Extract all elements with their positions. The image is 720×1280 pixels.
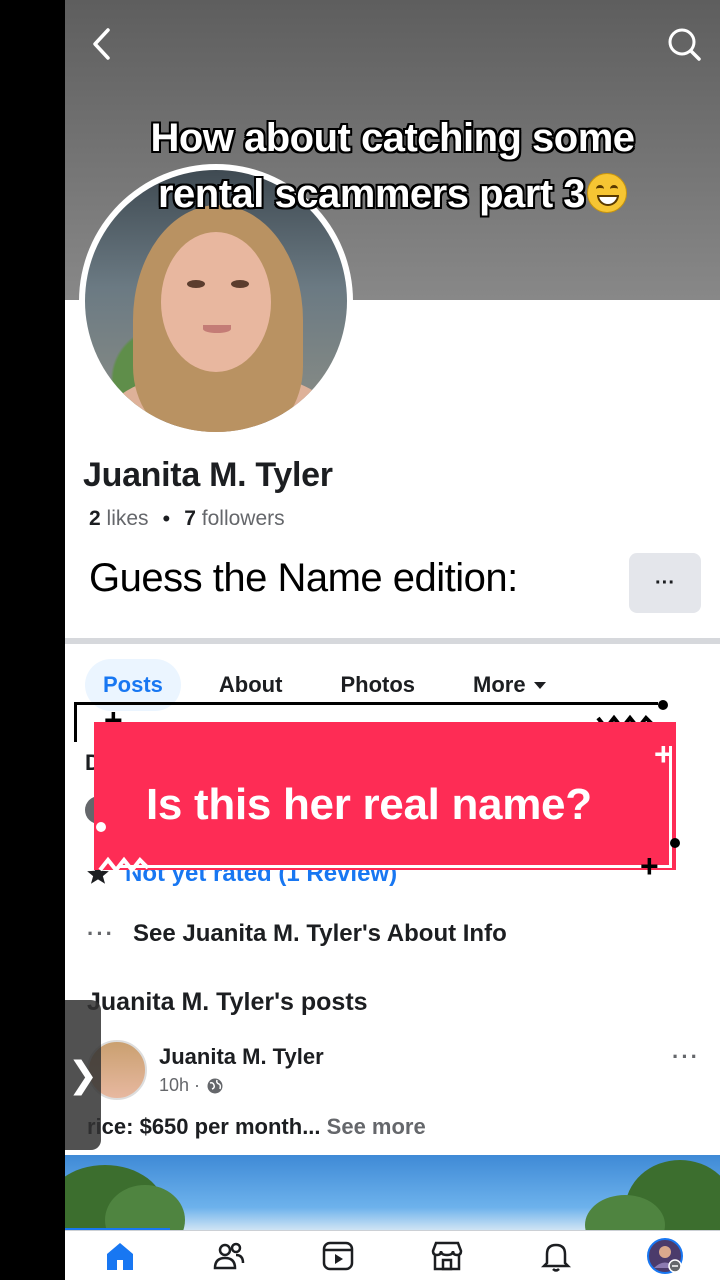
nav-friends[interactable] xyxy=(199,1231,259,1280)
profile-more-button[interactable]: ··· xyxy=(629,553,701,613)
likes-label: likes xyxy=(106,507,149,530)
frame-left-line xyxy=(74,702,77,742)
likes-count: 2 xyxy=(89,507,101,530)
post-meta: 10h · xyxy=(159,1075,224,1096)
video-caption-line-2: rental scammers part 3 xyxy=(65,166,720,222)
search-icon xyxy=(668,28,701,61)
friends-icon xyxy=(213,1242,244,1269)
nav-notifications[interactable] xyxy=(526,1231,586,1280)
search-button[interactable] xyxy=(662,22,706,66)
nav-video[interactable] xyxy=(308,1231,368,1280)
grinning-face-emoji-icon xyxy=(587,173,627,213)
video-caption-line-1: How about catching some xyxy=(150,116,635,160)
profile-icon xyxy=(647,1237,684,1274)
followers-count: 7 xyxy=(184,507,196,530)
section-divider xyxy=(65,638,720,644)
frame-top-line xyxy=(74,702,658,705)
post-body: rice: $650 per month... xyxy=(87,1114,321,1139)
post-text: rice: $650 per month... See more xyxy=(87,1114,707,1140)
video-caption-line-2-text: rental scammers part 3 xyxy=(157,172,586,216)
guess-name-caption: Guess the Name edition: xyxy=(89,556,518,600)
dot-decoration-white xyxy=(96,822,106,832)
home-icon xyxy=(106,1242,133,1270)
back-button[interactable] xyxy=(79,22,123,66)
left-black-bar xyxy=(0,0,65,1280)
zigzag-icon-white xyxy=(98,856,150,874)
facebook-profile-screen: How about catching some rental scammers … xyxy=(65,0,720,1280)
see-more-link[interactable]: See more xyxy=(327,1114,426,1139)
about-info-text: See Juanita M. Tyler's About Info xyxy=(132,920,507,947)
nav-home[interactable] xyxy=(90,1231,150,1280)
plus-icon: + xyxy=(640,848,659,884)
video-icon xyxy=(322,1241,354,1270)
sticker-overlay: + Is this her real name? + + xyxy=(74,700,684,884)
side-panel-handle[interactable]: ❯ xyxy=(65,1000,101,1150)
bottom-nav xyxy=(65,1230,720,1280)
post-image[interactable] xyxy=(65,1155,720,1230)
about-info-link[interactable]: ··· See Juanita M. Tyler's About Info xyxy=(87,920,507,948)
tab-more-label: More xyxy=(473,672,526,697)
nav-profile[interactable] xyxy=(635,1231,695,1280)
globe-icon xyxy=(207,1078,223,1093)
plus-icon-white: + xyxy=(654,736,673,772)
notifications-icon xyxy=(541,1243,572,1272)
overlay-red-box: Is this her real name? xyxy=(94,722,676,870)
dot-decoration xyxy=(670,838,680,848)
profile-name: Juanita M. Tyler xyxy=(83,456,333,494)
caret-down-icon xyxy=(533,681,546,689)
overlay-text: Is this her real name? xyxy=(146,780,592,829)
posts-heading: Juanita M. Tyler's posts xyxy=(87,988,368,1016)
marketplace-icon xyxy=(431,1241,463,1270)
post-menu-button[interactable]: ··· xyxy=(672,1044,700,1070)
profile-stats: 2 likes • 7 followers xyxy=(89,506,285,532)
nav-marketplace[interactable] xyxy=(417,1231,477,1280)
separator-dot: • xyxy=(162,506,171,531)
ellipsis-icon: ··· xyxy=(87,921,115,946)
post-author-name[interactable]: Juanita M. Tyler xyxy=(159,1044,324,1070)
post-time: 10h · xyxy=(159,1075,201,1095)
followers-label: followers xyxy=(201,507,285,530)
chevron-left-icon xyxy=(93,28,110,60)
dot-decoration xyxy=(658,700,668,710)
